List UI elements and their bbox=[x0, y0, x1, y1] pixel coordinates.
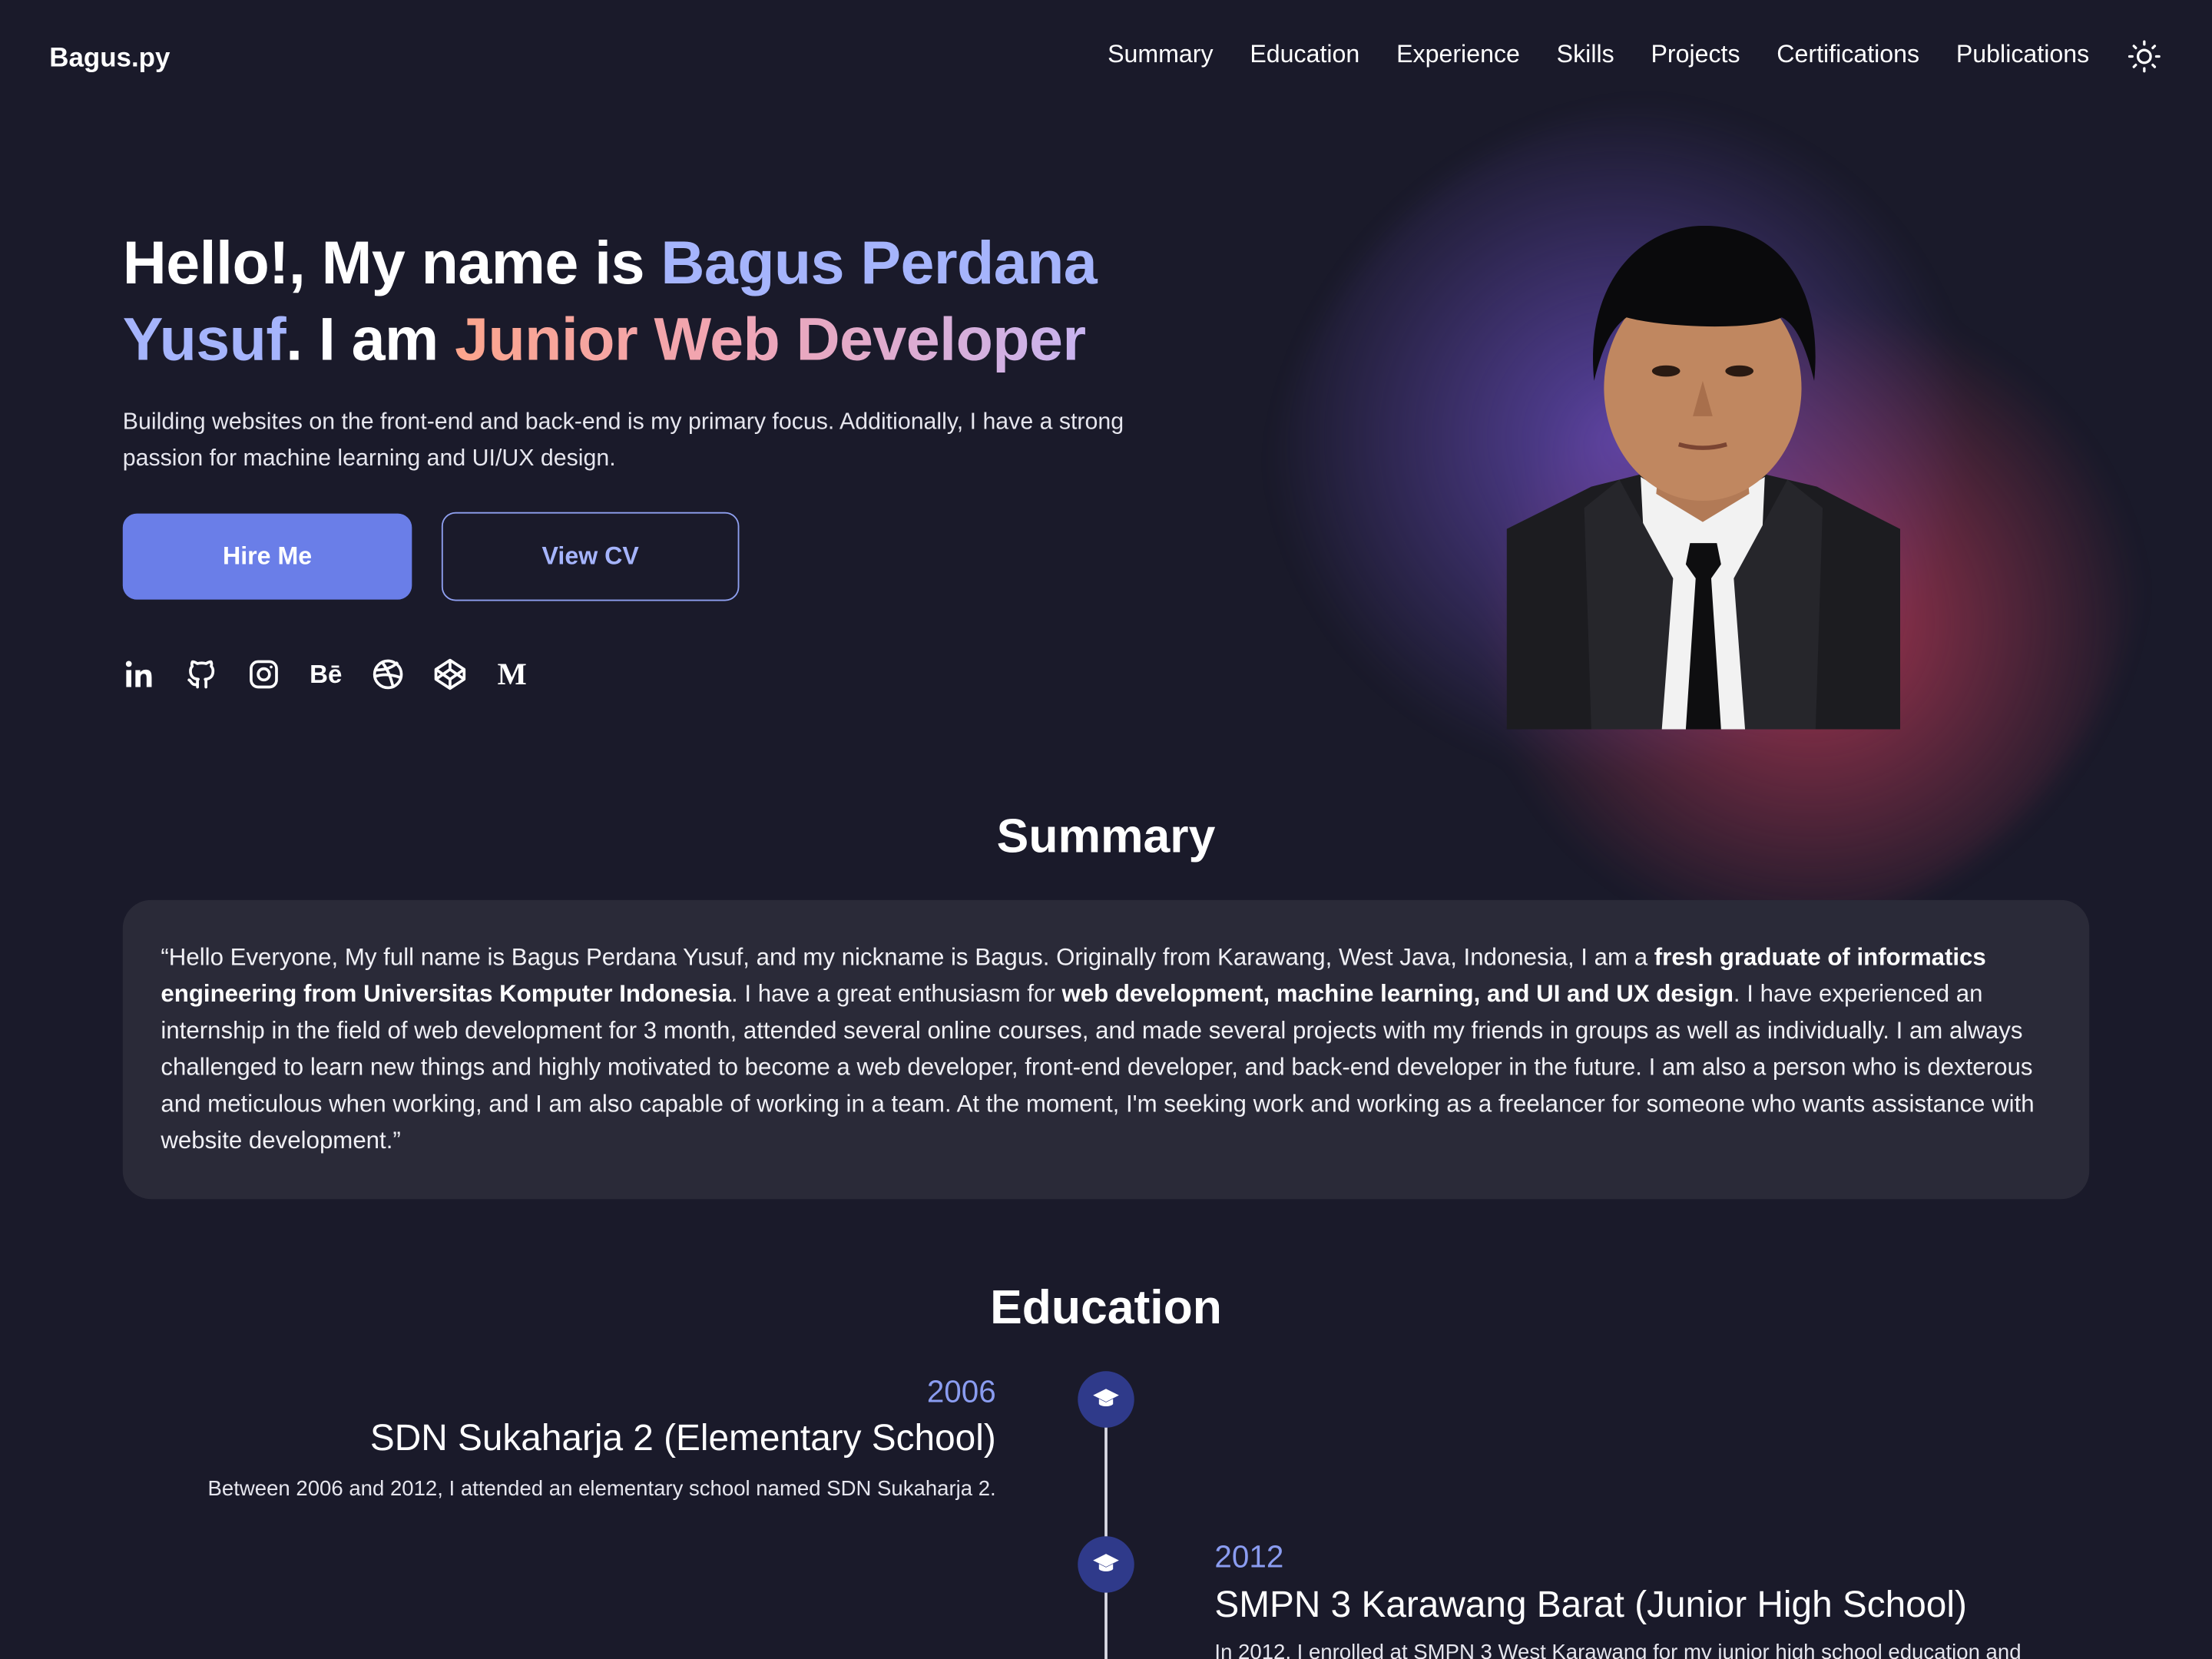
summary-highlight-2: web development, machine learning, and U… bbox=[1061, 980, 1734, 1008]
medium-icon[interactable]: M bbox=[495, 654, 529, 694]
behance-text: Bē bbox=[310, 659, 343, 688]
nav-education[interactable]: Education bbox=[1250, 39, 1359, 69]
education-description: In 2012, I enrolled at SMPN 3 West Karaw… bbox=[1214, 1641, 2022, 1659]
github-icon[interactable] bbox=[185, 654, 219, 694]
nav-publications[interactable]: Publications bbox=[1956, 39, 2089, 69]
summary-text-2: . I have a great enthusiasm for bbox=[731, 980, 1062, 1008]
nav-certifications[interactable]: Certifications bbox=[1777, 39, 1919, 69]
hero-connector: . I am bbox=[286, 306, 455, 374]
medium-text: M bbox=[497, 656, 527, 692]
hero-role: Junior Web Developer bbox=[455, 306, 1086, 374]
dribbble-icon[interactable] bbox=[371, 654, 405, 694]
instagram-icon[interactable] bbox=[247, 654, 280, 694]
nav-projects[interactable]: Projects bbox=[1651, 39, 1740, 69]
education-school: SMPN 3 Karawang Barat (Junior High Schoo… bbox=[1214, 1582, 1967, 1625]
hero-title: Hello!, My name is Bagus Perdana Yusuf. … bbox=[123, 226, 1138, 378]
education-title: Education bbox=[990, 1280, 1222, 1335]
education-description: Between 2006 and 2012, I attended an ele… bbox=[207, 1477, 996, 1502]
nav-skills[interactable]: Skills bbox=[1557, 39, 1614, 69]
main-nav: Summary Education Experience Skills Proj… bbox=[1108, 39, 2089, 69]
summary-text-1: “Hello Everyone, My full name is Bagus P… bbox=[161, 943, 1654, 971]
education-year: 2006 bbox=[926, 1373, 996, 1409]
nav-summary[interactable]: Summary bbox=[1108, 39, 1214, 69]
graduation-cap-icon bbox=[1078, 1536, 1134, 1593]
linkedin-icon[interactable] bbox=[123, 654, 157, 694]
summary-title: Summary bbox=[996, 810, 1216, 864]
education-year: 2012 bbox=[1214, 1538, 1284, 1575]
hire-me-button[interactable]: Hire Me bbox=[122, 513, 412, 600]
behance-icon[interactable]: Bē bbox=[309, 654, 343, 694]
timeline-line bbox=[1104, 1410, 1108, 1659]
sun-icon[interactable] bbox=[2128, 39, 2161, 73]
nav-experience[interactable]: Experience bbox=[1396, 39, 1520, 69]
education-school: SDN Sukaharja 2 (Elementary School) bbox=[369, 1416, 996, 1459]
profile-photo bbox=[1506, 225, 1901, 730]
hero-greeting: Hello!, My name is bbox=[122, 230, 661, 298]
graduation-cap-icon bbox=[1078, 1371, 1134, 1428]
codepen-icon[interactable] bbox=[433, 654, 467, 694]
view-cv-button[interactable]: View CV bbox=[441, 512, 740, 601]
social-links: Bē M bbox=[123, 654, 529, 694]
hero-description: Building websites on the front-end and b… bbox=[122, 409, 1124, 472]
brand-logo[interactable]: Bagus.py bbox=[49, 44, 170, 75]
summary-card: “Hello Everyone, My full name is Bagus P… bbox=[122, 899, 2090, 1200]
